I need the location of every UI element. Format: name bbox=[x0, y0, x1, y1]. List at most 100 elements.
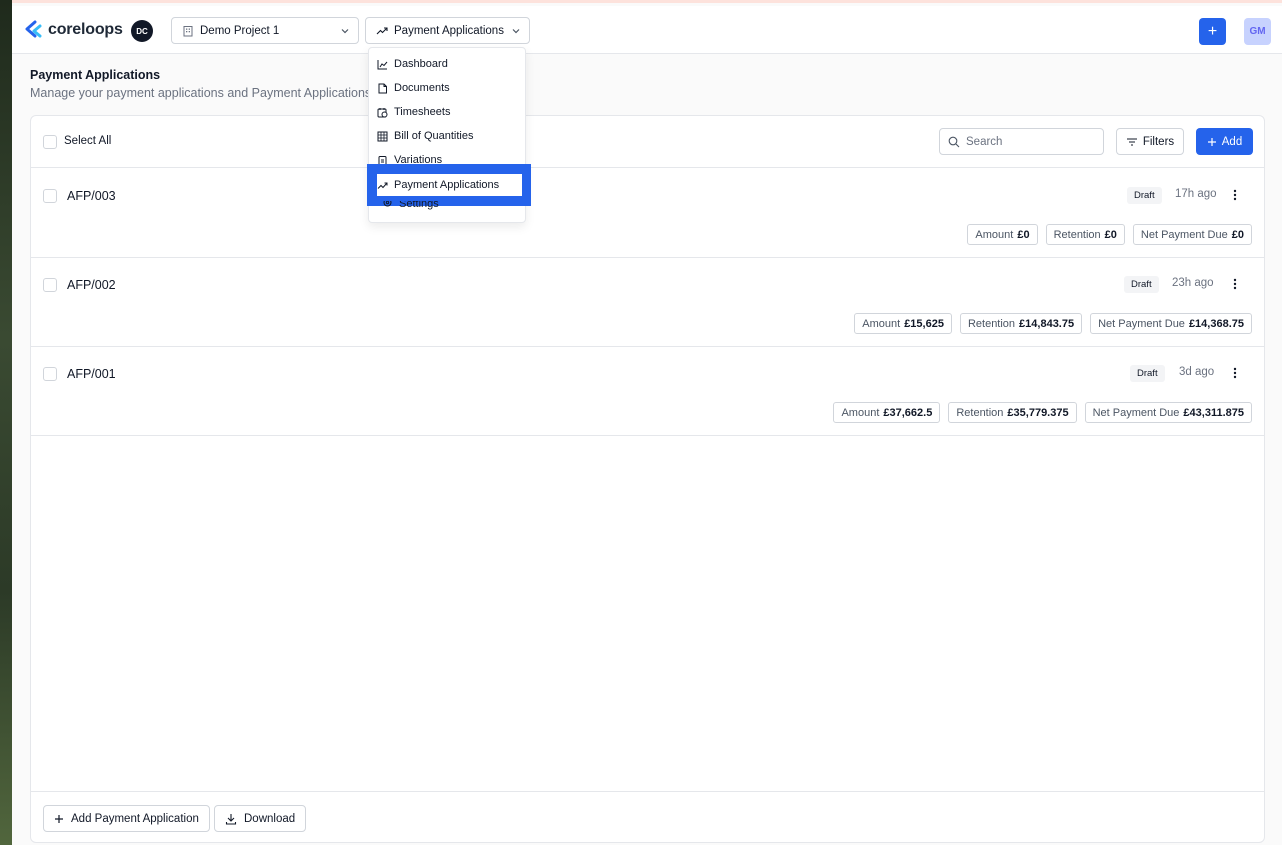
amount-value: £37,662.5 bbox=[883, 406, 933, 419]
menu-item-label: Documents bbox=[394, 82, 450, 94]
amount-value: £15,625 bbox=[904, 317, 944, 330]
module-select-label: Payment Applications bbox=[394, 24, 504, 37]
filters-label: Filters bbox=[1142, 135, 1175, 148]
select-all-label: Select All bbox=[64, 135, 112, 147]
net-payment-label: Net Payment Due bbox=[1140, 228, 1228, 241]
net-payment-label: Net Payment Due bbox=[1092, 406, 1180, 419]
amount-pill: Amount £37,662.5 bbox=[833, 402, 941, 423]
time-ago: 3d ago bbox=[1179, 366, 1215, 378]
app-window: coreloops DC Demo Project 1 Payment Appl… bbox=[12, 0, 1282, 845]
menu-item-label: Dashboard bbox=[394, 58, 448, 70]
chevron-down-icon bbox=[341, 28, 349, 33]
project-select[interactable]: Demo Project 1 bbox=[171, 17, 359, 44]
search-box[interactable] bbox=[939, 128, 1104, 155]
trending-up-icon bbox=[377, 182, 388, 189]
gear-icon bbox=[383, 201, 392, 207]
menu-item-payment-applications[interactable]: Payment Applications bbox=[377, 174, 522, 196]
net-payment-pill: Net Payment Due £43,311.875 bbox=[1084, 402, 1252, 423]
menu-item-bill-of-quantities[interactable]: Bill of Quantities bbox=[377, 127, 473, 145]
more-options-icon[interactable] bbox=[1227, 363, 1243, 383]
retention-value: £35,779.375 bbox=[1007, 406, 1069, 419]
file-icon bbox=[378, 83, 387, 93]
clock-calendar-icon bbox=[377, 107, 388, 117]
retention-label: Retention bbox=[956, 406, 1004, 419]
table-row[interactable]: AFP/001 Draft 3d ago Amount £37,662.5 Ret… bbox=[31, 347, 1264, 436]
amount-label: Amount bbox=[862, 317, 901, 330]
table-row[interactable]: AFP/002 Draft 23h ago Amount £15,625 Rete… bbox=[31, 258, 1264, 347]
list-toolbar: Select All Filters Add bbox=[31, 116, 1264, 168]
row-totals: Amount £37,662.5 Retention £35,779.375 Net… bbox=[833, 402, 1252, 423]
net-payment-pill: Net Payment Due £14,368.75 bbox=[1090, 313, 1252, 334]
retention-pill: Retention £35,779.375 bbox=[948, 402, 1077, 423]
more-options-icon[interactable] bbox=[1227, 185, 1243, 205]
filter-icon bbox=[1126, 137, 1137, 146]
project-avatar[interactable]: DC bbox=[131, 20, 153, 42]
row-totals: Amount £0 Retention £0 Net Payment Due £0 bbox=[967, 224, 1252, 245]
retention-value: £14,843.75 bbox=[1019, 317, 1075, 330]
menu-item-dashboard[interactable]: Dashboard bbox=[377, 55, 448, 73]
time-ago: 17h ago bbox=[1175, 188, 1217, 200]
building-icon bbox=[183, 25, 193, 36]
search-icon bbox=[948, 136, 960, 147]
net-payment-pill: Net Payment Due £0 bbox=[1132, 224, 1252, 245]
row-title[interactable]: AFP/003 bbox=[67, 189, 116, 203]
page-title: Payment Applications bbox=[30, 68, 161, 82]
amount-label: Amount bbox=[975, 228, 1014, 241]
menu-item-label: Payment Applications bbox=[394, 179, 500, 191]
logo[interactable]: coreloops bbox=[24, 19, 123, 41]
project-select-label: Demo Project 1 bbox=[200, 24, 280, 37]
row-checkbox[interactable] bbox=[43, 278, 57, 292]
row-title[interactable]: AFP/002 bbox=[67, 278, 116, 292]
status-badge: Draft bbox=[1124, 276, 1159, 293]
create-button[interactable]: + bbox=[1199, 18, 1226, 45]
retention-pill: Retention £14,843.75 bbox=[959, 313, 1083, 334]
table-icon bbox=[377, 131, 388, 141]
retention-label: Retention bbox=[967, 317, 1016, 330]
top-bar: coreloops DC Demo Project 1 Payment Appl… bbox=[12, 6, 1282, 54]
amount-pill: Amount £0 bbox=[967, 224, 1038, 245]
menu-item-timesheets[interactable]: Timesheets bbox=[377, 103, 450, 121]
filters-button[interactable]: Filters bbox=[1116, 128, 1184, 155]
payment-applications-panel: Select All Filters Add bbox=[30, 115, 1265, 843]
retention-pill: Retention £0 bbox=[1045, 224, 1125, 245]
logo-text: coreloops bbox=[48, 21, 123, 38]
status-badge: Draft bbox=[1130, 365, 1165, 382]
net-payment-label: Net Payment Due bbox=[1098, 317, 1185, 330]
chevron-down-icon bbox=[512, 28, 520, 33]
amount-label: Amount bbox=[841, 406, 880, 419]
menu-item-settings[interactable]: Settings bbox=[382, 201, 439, 211]
plus-icon bbox=[55, 814, 63, 823]
menu-item-documents[interactable]: Documents bbox=[377, 79, 450, 97]
net-payment-value: £0 bbox=[1231, 228, 1244, 241]
menu-item-label: Settings bbox=[399, 201, 439, 210]
row-title[interactable]: AFP/001 bbox=[67, 367, 116, 381]
row-checkbox[interactable] bbox=[43, 189, 57, 203]
time-ago: 23h ago bbox=[1172, 277, 1214, 289]
retention-value: £0 bbox=[1104, 228, 1117, 241]
row-checkbox[interactable] bbox=[43, 367, 57, 381]
net-payment-value: £43,311.875 bbox=[1183, 406, 1244, 419]
trending-up-icon bbox=[376, 26, 388, 34]
background-strip bbox=[0, 0, 12, 845]
menu-item-label: Bill of Quantities bbox=[394, 130, 474, 142]
table-row[interactable]: AFP/003 Draft 17h ago Amount £0 Retention… bbox=[31, 169, 1264, 258]
amount-pill: Amount £15,625 bbox=[854, 313, 952, 334]
download-label: Download bbox=[244, 812, 296, 825]
add-label: Add bbox=[1221, 135, 1243, 148]
net-payment-value: £14,368.75 bbox=[1188, 317, 1244, 330]
add-button[interactable]: Add bbox=[1196, 128, 1253, 155]
more-options-icon[interactable] bbox=[1227, 274, 1243, 294]
selected-item-highlight: Payment Applications bbox=[367, 164, 531, 206]
status-badge: Draft bbox=[1127, 187, 1162, 204]
add-payment-application-button[interactable]: Add Payment Application bbox=[43, 805, 210, 832]
download-button[interactable]: Download bbox=[214, 805, 307, 832]
search-input[interactable] bbox=[966, 135, 1091, 148]
module-select[interactable]: Payment Applications bbox=[365, 17, 530, 44]
row-totals: Amount £15,625 Retention £14,843.75 Net Pa… bbox=[854, 313, 1252, 334]
select-all-checkbox[interactable] bbox=[43, 135, 57, 149]
download-icon bbox=[225, 813, 237, 825]
amount-value: £0 bbox=[1017, 228, 1030, 241]
retention-label: Retention bbox=[1053, 228, 1101, 241]
user-avatar[interactable]: GM bbox=[1244, 18, 1271, 45]
logo-icon bbox=[25, 20, 42, 38]
